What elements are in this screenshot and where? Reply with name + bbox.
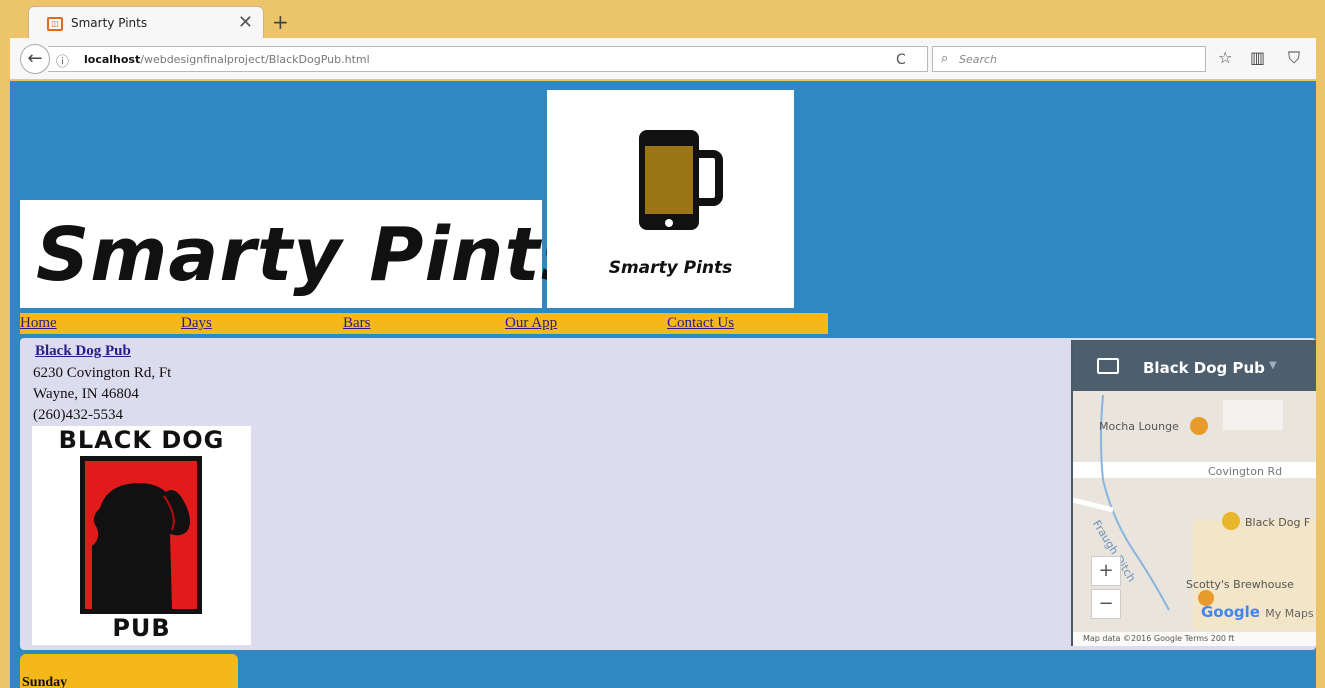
reload-icon[interactable]: C [896,52,906,68]
bar-details-panel: Black Dog Pub 6230 Covington Rd, Ft Wayn… [20,338,1316,650]
back-icon: ← [27,48,43,69]
url-host: localhost [84,53,141,66]
map-label-mocha: Mocha Lounge [1099,420,1179,433]
address-line-2: Wayne, IN 46804 [33,386,139,402]
day-label: Sunday [22,675,68,688]
mymaps-text: My Maps [1265,607,1314,620]
pub-logo-bottom-text: PUB [112,614,171,642]
site-logo: Smarty Pints [547,90,794,308]
pocket-icon[interactable]: ⛉ [1288,48,1300,68]
site-title: Smarty Pints [36,212,586,298]
url-path: /webdesignfinalproject/BlackDogPub.html [140,53,370,66]
search-placeholder: Search [959,53,998,66]
dog-silhouette-icon [80,456,202,614]
browser-tab[interactable]: ◫ Smarty Pints ✕ [28,6,264,40]
zoom-in-button[interactable]: + [1091,556,1121,586]
beer-mug-icon [639,130,723,230]
pub-logo: BLACK DOG PUB [32,426,251,645]
google-logo: Google My Maps [1201,603,1314,621]
nav-bars[interactable]: Bars [343,315,371,332]
address-line-1: 6230 Covington Rd, Ft [33,365,172,381]
browser-window: ◫ Smarty Pints ✕ + ⓘ localhost/webdesign… [0,0,1325,688]
main-nav: Home Days Bars Our App Contact Us [20,313,828,334]
web-page: Smarty Pints Smarty Pints Home Days Bars… [10,81,1316,688]
info-icon[interactable]: ⓘ [56,51,69,70]
logo-caption: Smarty Pints [608,258,733,278]
map-label-blackdog: Black Dog F [1245,516,1311,529]
nav-days[interactable]: Days [181,315,212,332]
map-label-scotty: Scotty's Brewhouse [1186,578,1294,591]
tab-strip: ◫ Smarty Pints ✕ + [10,4,1316,40]
site-title-banner: Smarty Pints [20,200,585,308]
map-footer: Map data ©2016 Google Terms 200 ft [1073,632,1316,646]
nav-contact-us[interactable]: Contact Us [667,315,734,332]
favicon-icon: ◫ [47,17,63,31]
nav-home[interactable]: Home [20,315,57,332]
close-tab-icon[interactable]: ✕ [238,12,253,33]
nav-our-app[interactable]: Our App [505,315,557,332]
search-icon: ⌕ [941,51,949,66]
google-text: Google [1201,603,1260,621]
address-bar[interactable]: ⓘ localhost/webdesignfinalproject/BlackD… [48,46,928,72]
phone-number: (260)432-5534 [33,407,123,423]
back-button[interactable]: ← [20,44,50,74]
library-icon[interactable]: ▥ [1250,48,1265,67]
zoom-out-button[interactable]: − [1091,589,1121,619]
tab-title: Smarty Pints [71,16,148,30]
search-input[interactable]: ⌕ Search [932,46,1206,72]
bar-name-link[interactable]: Black Dog Pub [35,343,131,360]
star-icon[interactable]: ☆ [1218,48,1232,67]
url-text: localhost/webdesignfinalproject/BlackDog… [84,53,370,66]
new-tab-button[interactable]: + [272,10,289,34]
nav-toolbar: ⓘ localhost/webdesignfinalproject/BlackD… [10,38,1316,80]
day-card: Sunday [20,654,238,688]
embedded-map[interactable]: Black Dog Pub ▼ Mocha Lounge Covington R… [1071,340,1316,646]
map-label-road: Covington Rd [1208,465,1283,478]
